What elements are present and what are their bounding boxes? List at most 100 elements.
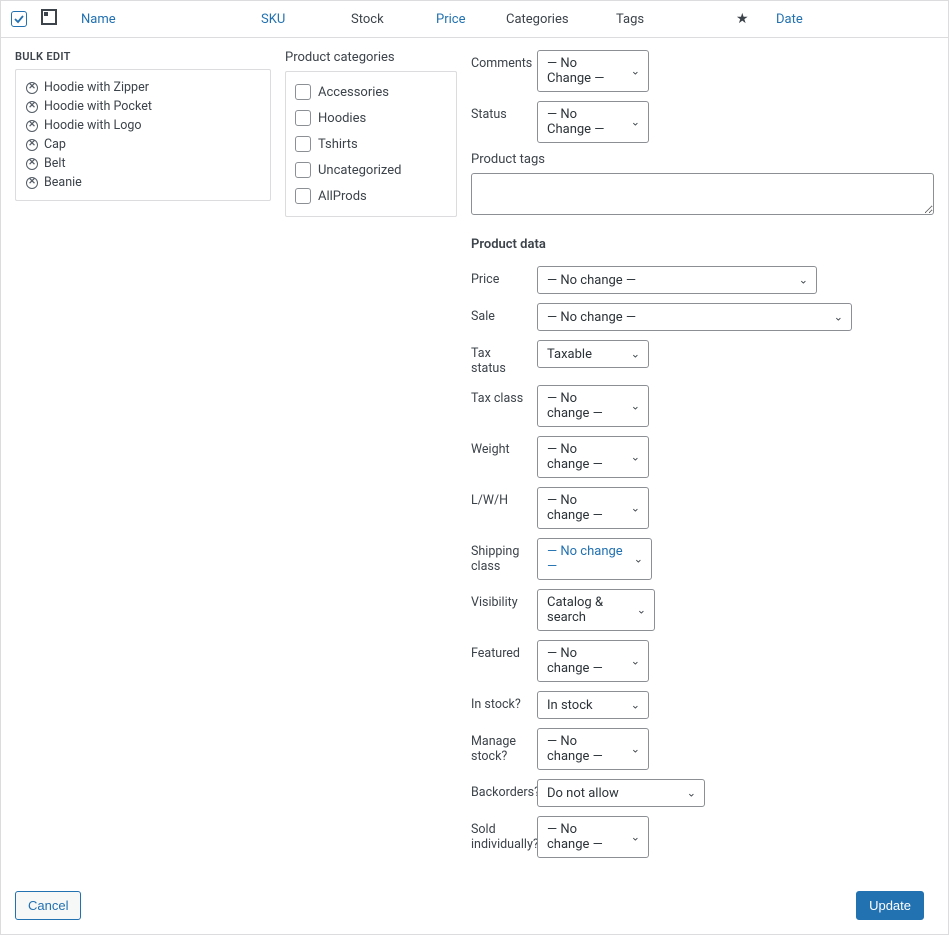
backorders-select[interactable]: Do not allow ⌄	[537, 779, 705, 807]
header-image-cell	[41, 9, 81, 29]
select-value: — No change —	[547, 391, 620, 421]
sale-row: Sale — No change — ⌄	[471, 303, 934, 331]
category-checkbox[interactable]	[295, 188, 311, 204]
shipping-class-label: Shipping class	[471, 538, 527, 574]
remove-icon[interactable]: ✕	[26, 177, 38, 189]
tax-status-select[interactable]: Taxable ⌄	[537, 340, 649, 368]
status-label: Status	[471, 101, 527, 122]
in-stock-label: In stock?	[471, 691, 527, 712]
bulk-product-item: ✕ Hoodie with Zipper	[26, 78, 260, 97]
price-row: Price — No change — ⌄	[471, 266, 934, 294]
comments-label: Comments	[471, 50, 527, 71]
header-sku[interactable]: SKU	[261, 12, 351, 27]
tax-class-label: Tax class	[471, 385, 527, 406]
chevron-down-icon: ⌄	[637, 604, 646, 617]
tax-class-row: Tax class — No change — ⌄	[471, 385, 934, 427]
sale-select[interactable]: — No change — ⌄	[537, 303, 852, 331]
chevron-down-icon: ⌄	[834, 311, 843, 324]
chevron-down-icon: ⌄	[631, 831, 640, 844]
status-select[interactable]: — No Change — ⌄	[537, 101, 649, 143]
weight-select[interactable]: — No change — ⌄	[537, 436, 649, 478]
cancel-button[interactable]: Cancel	[15, 891, 81, 920]
remove-icon[interactable]: ✕	[26, 139, 38, 151]
category-checkbox[interactable]	[295, 110, 311, 126]
chevron-down-icon: ⌄	[631, 65, 640, 78]
categories-heading: Product categories	[285, 50, 457, 65]
chevron-down-icon: ⌄	[634, 553, 643, 566]
header-date[interactable]: Date	[776, 12, 836, 27]
product-tags-label: Product tags	[471, 152, 934, 167]
in-stock-select[interactable]: In stock ⌄	[537, 691, 649, 719]
select-value: — No Change —	[547, 107, 620, 137]
category-label: Hoodies	[318, 111, 366, 126]
category-checkbox[interactable]	[295, 136, 311, 152]
categories-column: Product categories Accessories Hoodies T…	[285, 50, 457, 867]
lwh-label: L/W/H	[471, 487, 527, 508]
tax-status-row: Tax status Taxable ⌄	[471, 340, 934, 376]
product-name: Hoodie with Logo	[44, 118, 142, 133]
select-value: Taxable	[547, 347, 592, 362]
product-tags-textarea[interactable]	[471, 173, 934, 215]
select-value: — No change —	[547, 442, 620, 472]
bulk-edit-body: BULK EDIT ✕ Hoodie with Zipper ✕ Hoodie …	[1, 38, 948, 881]
shipping-class-row: Shipping class — No change — ⌄	[471, 538, 934, 580]
product-data-column: Comments — No Change — ⌄ Status — No Cha…	[471, 50, 934, 867]
category-item: Accessories	[295, 79, 447, 105]
remove-icon[interactable]: ✕	[26, 120, 38, 132]
sold-individually-label: Sold individually?	[471, 816, 527, 852]
weight-row: Weight — No change — ⌄	[471, 436, 934, 478]
chevron-down-icon: ⌄	[631, 348, 640, 361]
category-checkbox[interactable]	[295, 84, 311, 100]
select-value: — No change —	[547, 734, 620, 764]
bulk-product-item: ✕ Hoodie with Pocket	[26, 97, 260, 116]
shipping-class-select[interactable]: — No change — ⌄	[537, 538, 652, 580]
backorders-label: Backorders?	[471, 779, 527, 800]
product-name: Cap	[44, 137, 66, 152]
sold-individually-select[interactable]: — No change — ⌄	[537, 816, 649, 858]
select-value: Catalog & search	[547, 595, 626, 625]
bulk-product-item: ✕ Cap	[26, 135, 260, 154]
select-value: — No change —	[547, 822, 620, 852]
featured-label: Featured	[471, 640, 527, 661]
category-item: AllProds	[295, 183, 447, 209]
product-data-heading: Product data	[471, 237, 934, 252]
select-value: — No change —	[547, 544, 623, 574]
select-value: — No change —	[547, 273, 636, 288]
header-price[interactable]: Price	[436, 12, 506, 27]
category-label: AllProds	[318, 189, 367, 204]
remove-icon[interactable]: ✕	[26, 158, 38, 170]
bulk-edit-panel: Name SKU Stock Price Categories Tags ★ D…	[0, 0, 949, 935]
lwh-row: L/W/H — No change — ⌄	[471, 487, 934, 529]
category-checkbox[interactable]	[295, 162, 311, 178]
visibility-select[interactable]: Catalog & search ⌄	[537, 589, 655, 631]
select-value: In stock	[547, 698, 593, 713]
visibility-row: Visibility Catalog & search ⌄	[471, 589, 934, 631]
bulk-products-list: ✕ Hoodie with Zipper ✕ Hoodie with Pocke…	[15, 69, 271, 201]
manage-stock-label: Manage stock?	[471, 728, 527, 764]
bulk-products-column: BULK EDIT ✕ Hoodie with Zipper ✕ Hoodie …	[15, 50, 271, 867]
tax-class-select[interactable]: — No change — ⌄	[537, 385, 649, 427]
in-stock-row: In stock? In stock ⌄	[471, 691, 934, 719]
manage-stock-select[interactable]: — No change — ⌄	[537, 728, 649, 770]
bulk-product-item: ✕ Beanie	[26, 173, 260, 192]
sale-label: Sale	[471, 303, 527, 324]
image-icon	[41, 9, 57, 25]
category-item: Tshirts	[295, 131, 447, 157]
category-item: Uncategorized	[295, 157, 447, 183]
comments-select[interactable]: — No Change — ⌄	[537, 50, 649, 92]
remove-icon[interactable]: ✕	[26, 101, 38, 113]
categories-list: Accessories Hoodies Tshirts Uncategorize…	[285, 71, 457, 217]
select-all-checkbox[interactable]	[11, 11, 27, 27]
manage-stock-row: Manage stock? — No change — ⌄	[471, 728, 934, 770]
header-stock: Stock	[351, 12, 436, 27]
product-name: Beanie	[44, 175, 82, 190]
header-name[interactable]: Name	[81, 12, 261, 27]
update-button[interactable]: Update	[856, 891, 924, 920]
featured-select[interactable]: — No change — ⌄	[537, 640, 649, 682]
lwh-select[interactable]: — No change — ⌄	[537, 487, 649, 529]
price-select[interactable]: — No change — ⌄	[537, 266, 817, 294]
chevron-down-icon: ⌄	[631, 502, 640, 515]
chevron-down-icon: ⌄	[631, 743, 640, 756]
remove-icon[interactable]: ✕	[26, 82, 38, 94]
bulk-product-item: ✕ Hoodie with Logo	[26, 116, 260, 135]
